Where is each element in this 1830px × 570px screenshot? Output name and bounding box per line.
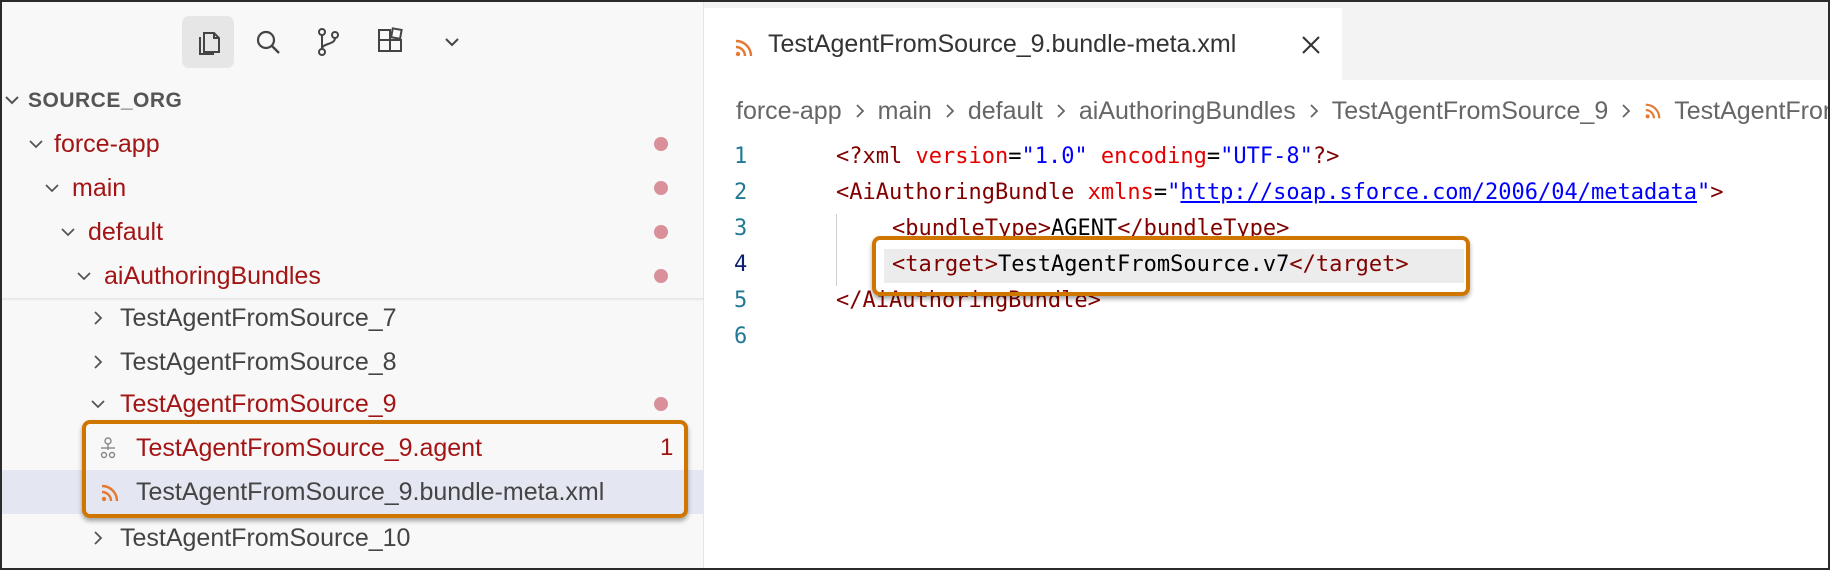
breadcrumb-item[interactable]: force-app: [736, 97, 842, 126]
source-org-section-header[interactable]: SOURCE_ORG: [2, 84, 704, 118]
tree-item-label: force-app: [54, 130, 160, 158]
section-title: SOURCE_ORG: [28, 89, 183, 112]
line-number: 3: [734, 216, 748, 241]
tree-item-force-app[interactable]: force-app: [2, 122, 704, 166]
breadcrumb: force-app main default aiAuthoringBundle…: [736, 96, 1828, 126]
code-line: 1 <?xml version="1.0" encoding="UTF-8"?>: [734, 144, 1340, 169]
tree-item-label: TestAgentFromSource_10: [120, 524, 411, 552]
tree-item-main[interactable]: main: [2, 166, 704, 210]
modified-dot: [654, 137, 668, 151]
chevron-right-icon: [1622, 104, 1631, 118]
breadcrumb-item[interactable]: default: [968, 97, 1043, 126]
modified-dot: [654, 181, 668, 195]
explorer-button[interactable]: [182, 16, 234, 68]
line-number: 2: [734, 180, 748, 205]
chevron-right-icon: [1310, 104, 1318, 118]
chevron-down-icon: [91, 400, 105, 409]
source-control-button[interactable]: [302, 16, 354, 68]
search-icon: [256, 30, 280, 54]
tree-item-testagentfromsource-10[interactable]: TestAgentFromSource_10: [2, 516, 704, 560]
editor-tab-bar: TestAgentFromSource_9.bundle-meta.xml: [704, 2, 1828, 80]
chevron-right-icon: [946, 104, 955, 118]
chevron-down-icon: [77, 272, 91, 281]
breadcrumb-item[interactable]: TestAgentFromSource_9.bundle-meta.xml: [1674, 97, 1828, 126]
rss-icon: [1645, 103, 1661, 119]
more-views-button[interactable]: [426, 16, 478, 68]
chevron-down-icon: [61, 228, 75, 237]
tree-item-label: default: [88, 218, 164, 246]
line-number: 4: [734, 252, 748, 277]
tab-title: TestAgentFromSource_9.bundle-meta.xml: [768, 30, 1237, 58]
editor-area: TestAgentFromSource_9.bundle-meta.xml fo…: [704, 2, 1828, 568]
code-line-current: 4 <target>TestAgentFromSource.v7</target…: [734, 252, 1409, 277]
chevron-down-icon: [445, 38, 459, 47]
rss-icon: [735, 39, 753, 57]
chevron-right-icon: [1057, 104, 1066, 118]
tree-item-label: aiAuthoringBundles: [104, 262, 321, 290]
modified-dot: [654, 397, 668, 411]
extensions-icon: [378, 27, 403, 52]
code-line: 6: [704, 320, 1828, 356]
activity-toolbar: [2, 2, 704, 84]
tree-item-label: TestAgentFromSource_7: [120, 304, 397, 332]
tree-item-default[interactable]: default: [2, 210, 704, 254]
namespace-link[interactable]: http://soap.sforce.com/2006/04/metadata: [1180, 180, 1697, 205]
source-control-icon: [318, 28, 339, 56]
modified-dot: [654, 225, 668, 239]
modified-dot: [654, 269, 668, 283]
code-line: 2 <AiAuthoringBundle xmlns="http://soap.…: [734, 180, 1724, 205]
highlight-box-files: [82, 420, 688, 518]
tree-item-label: TestAgentFromSource_8: [120, 348, 397, 376]
tree-item-testagentfromsource-7[interactable]: TestAgentFromSource_7: [2, 296, 704, 340]
tree-item-label: main: [72, 174, 127, 202]
window: SOURCE_ORG force-app main default aiAuth…: [0, 0, 1830, 570]
chevron-down-icon: [5, 96, 19, 105]
chevron-right-icon: [94, 355, 103, 369]
chevron-down-icon: [29, 140, 43, 149]
explorer-sidebar: SOURCE_ORG force-app main default aiAuth…: [2, 2, 704, 568]
breadcrumb-item[interactable]: main: [878, 97, 932, 126]
tree-item-aiauthoringbundles[interactable]: aiAuthoringBundles: [2, 254, 704, 298]
breadcrumb-item[interactable]: TestAgentFromSource_9: [1332, 97, 1609, 126]
chevron-right-icon: [94, 311, 103, 325]
files-icon: [199, 32, 220, 55]
chevron-down-icon: [45, 184, 59, 193]
search-button[interactable]: [242, 16, 294, 68]
extensions-button[interactable]: [364, 16, 416, 68]
breadcrumb-item[interactable]: aiAuthoringBundles: [1079, 97, 1296, 126]
editor-tab-active[interactable]: TestAgentFromSource_9.bundle-meta.xml: [704, 8, 1342, 80]
tree-item-testagentfromsource-8[interactable]: TestAgentFromSource_8: [2, 340, 704, 384]
line-number: 1: [734, 144, 748, 169]
close-icon[interactable]: [1300, 34, 1322, 56]
tree-item-label: TestAgentFromSource_9: [120, 390, 397, 418]
chevron-right-icon: [94, 531, 103, 545]
chevron-right-icon: [855, 104, 864, 118]
